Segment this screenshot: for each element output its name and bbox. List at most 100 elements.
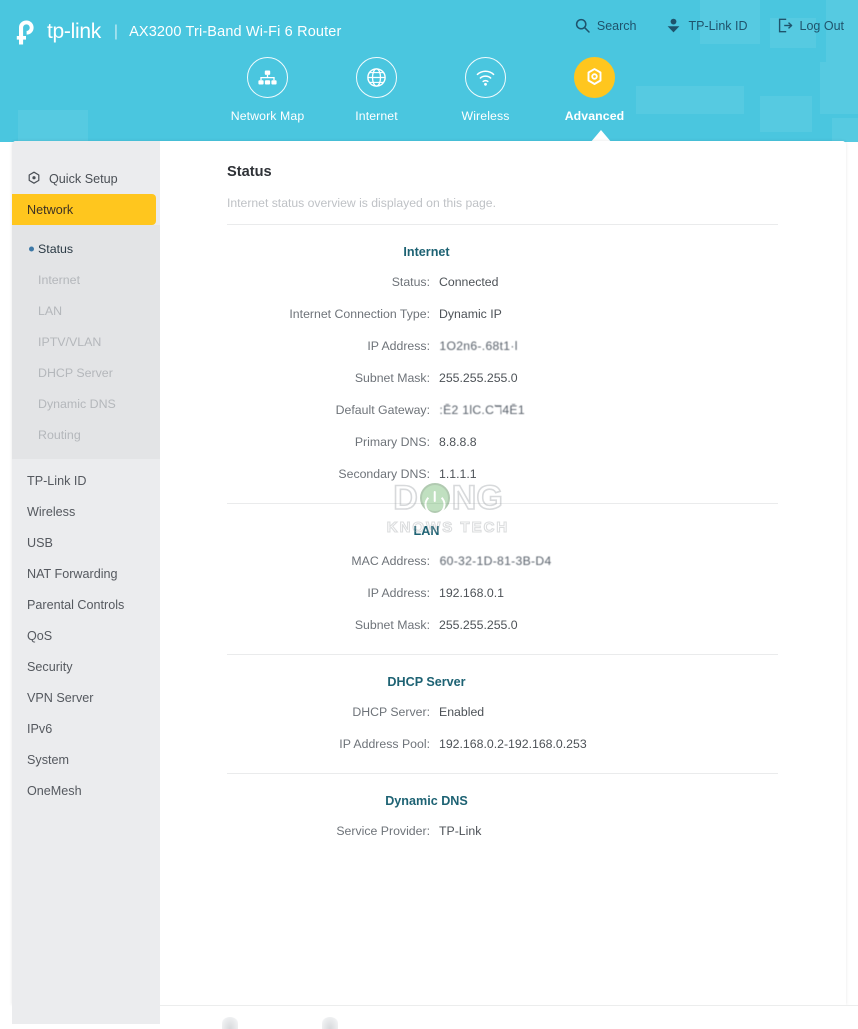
row-ddns-service-provider: Service Provider: TP-Link	[227, 823, 778, 839]
section-lan: LAN MAC Address: 60-32-1D-81-3B-D4 IP Ad…	[227, 504, 778, 654]
brand-name: tp-link	[47, 20, 101, 44]
row-lan-ip-address: IP Address: 192.168.0.1	[227, 585, 778, 601]
brand-logo[interactable]: tp-link | AX3200 Tri-Band Wi-Fi 6 Router	[16, 17, 342, 47]
row-value: 8.8.8.8	[439, 434, 477, 450]
row-dhcp-server: DHCP Server: Enabled	[227, 704, 778, 720]
sidebar-item-usb-label: USB	[27, 536, 53, 550]
globe-icon	[356, 57, 397, 98]
tplink-id-icon	[666, 18, 681, 33]
row-value-redacted: 60-32-1D-81-3B-D4	[440, 553, 552, 569]
row-value: Enabled	[439, 704, 484, 720]
logout-button[interactable]: Log Out	[778, 18, 844, 33]
sidebar-item-quick-setup[interactable]: Quick Setup	[12, 164, 160, 194]
sidebar-item-ipv6-label: IPv6	[27, 722, 52, 736]
search-button[interactable]: Search	[575, 18, 637, 33]
tab-network-map-label: Network Map	[231, 109, 305, 123]
footer-icon-2[interactable]	[322, 1017, 338, 1029]
sidebar-item-system-label: System	[27, 753, 69, 767]
sidebar-item-lan-label: LAN	[38, 304, 62, 318]
sidebar-network-submenu: Status Internet LAN IPTV/VLAN DHCP Serve…	[12, 225, 160, 459]
header-actions: Search TP-Link ID Log Out	[575, 18, 844, 33]
sidebar-item-security[interactable]: Security	[12, 651, 160, 682]
sidebar-item-tp-link-id-label: TP-Link ID	[27, 474, 86, 488]
sidebar-item-iptv-vlan[interactable]: IPTV/VLAN	[12, 326, 160, 357]
row-value: TP-Link	[439, 823, 481, 839]
row-label: MAC Address:	[227, 553, 439, 569]
row-dhcp-ip-address-pool: IP Address Pool: 192.168.0.2-192.168.0.2…	[227, 736, 778, 752]
row-value: 255.255.255.0	[439, 370, 518, 386]
main-panel: Quick Setup Network Status Internet LAN …	[12, 141, 846, 1005]
sidebar-item-nat-forwarding[interactable]: NAT Forwarding	[12, 558, 160, 589]
row-label: DHCP Server:	[227, 704, 439, 720]
logout-label: Log Out	[800, 19, 844, 33]
sidebar-item-routing[interactable]: Routing	[12, 419, 160, 450]
section-dynamic-dns: Dynamic DNS Service Provider: TP-Link	[227, 774, 778, 860]
sidebar-item-dhcp-server-label: DHCP Server	[38, 366, 113, 380]
sidebar-item-ipv6[interactable]: IPv6	[12, 713, 160, 744]
sidebar-item-iptv-vlan-label: IPTV/VLAN	[38, 335, 101, 349]
sidebar: Quick Setup Network Status Internet LAN …	[12, 141, 160, 1005]
tplink-id-label: TP-Link ID	[688, 19, 747, 33]
gear-icon	[574, 57, 615, 98]
gear-hex-icon	[27, 171, 41, 188]
row-value-redacted: :Ē2 1lC.Cℸ4Ē1	[439, 402, 524, 418]
tab-network-map[interactable]: Network Map	[213, 57, 322, 123]
row-lan-subnet-mask: Subnet Mask: 255.255.255.0	[227, 617, 778, 633]
tp-link-logo-icon	[16, 19, 43, 46]
sidebar-group-network[interactable]: Network	[12, 194, 156, 225]
app-header: tp-link | AX3200 Tri-Band Wi-Fi 6 Router…	[0, 0, 858, 142]
footer-bar	[160, 1005, 858, 1024]
sidebar-item-vpn-server-label: VPN Server	[27, 691, 94, 705]
row-internet-connection-type: Internet Connection Type: Dynamic IP	[227, 306, 778, 322]
sidebar-item-lan[interactable]: LAN	[12, 295, 160, 326]
row-internet-primary-dns: Primary DNS: 8.8.8.8	[227, 434, 778, 450]
tab-wireless-label: Wireless	[462, 109, 510, 123]
tab-wireless[interactable]: Wireless	[431, 57, 540, 123]
row-label: Secondary DNS:	[227, 466, 439, 482]
sidebar-item-status[interactable]: Status	[12, 233, 160, 264]
sidebar-group-network-label: Network	[27, 203, 73, 217]
sidebar-item-security-label: Security	[27, 660, 73, 674]
sidebar-item-parental-controls[interactable]: Parental Controls	[12, 589, 160, 620]
sidebar-item-status-label: Status	[38, 242, 73, 256]
row-label: Internet Connection Type:	[227, 306, 439, 322]
sidebar-item-dynamic-dns[interactable]: Dynamic DNS	[12, 388, 160, 419]
footer-icon-1[interactable]	[222, 1017, 238, 1029]
search-label: Search	[597, 19, 637, 33]
logout-icon	[778, 18, 793, 33]
search-icon	[575, 18, 590, 33]
sidebar-item-onemesh[interactable]: OneMesh	[12, 775, 160, 806]
row-label: IP Address:	[227, 338, 439, 354]
row-value: 192.168.0.1	[439, 585, 504, 601]
sidebar-item-qos-label: QoS	[27, 629, 52, 643]
sidebar-item-internet[interactable]: Internet	[12, 264, 160, 295]
row-internet-ip-address: IP Address: 1O2n6-.68t1·l	[227, 338, 778, 354]
section-internet-title: Internet	[160, 245, 778, 259]
row-value: 255.255.255.0	[439, 617, 518, 633]
sidebar-item-vpn-server[interactable]: VPN Server	[12, 682, 160, 713]
wifi-icon	[465, 57, 506, 98]
row-internet-subnet-mask: Subnet Mask: 255.255.255.0	[227, 370, 778, 386]
tplink-id-button[interactable]: TP-Link ID	[666, 18, 747, 33]
sidebar-item-system[interactable]: System	[12, 744, 160, 775]
sidebar-item-dhcp-server[interactable]: DHCP Server	[12, 357, 160, 388]
sidebar-item-parental-controls-label: Parental Controls	[27, 598, 124, 612]
sidebar-item-nat-forwarding-label: NAT Forwarding	[27, 567, 118, 581]
row-label: Default Gateway:	[227, 402, 439, 418]
sidebar-item-internet-label: Internet	[38, 273, 80, 287]
sidebar-quick-setup-label: Quick Setup	[49, 172, 118, 186]
sidebar-bottom-fill	[12, 1005, 160, 1024]
sidebar-item-onemesh-label: OneMesh	[27, 784, 82, 798]
tab-advanced[interactable]: Advanced	[540, 57, 649, 123]
tab-advanced-label: Advanced	[565, 109, 625, 123]
row-label: IP Address Pool:	[227, 736, 439, 752]
sidebar-item-dynamic-dns-label: Dynamic DNS	[38, 397, 116, 411]
sidebar-item-tp-link-id[interactable]: TP-Link ID	[12, 465, 160, 496]
sidebar-item-qos[interactable]: QoS	[12, 620, 160, 651]
main-navigation-tabs: Network Map Internet	[213, 57, 649, 123]
page-title: Status	[227, 164, 778, 180]
tab-internet[interactable]: Internet	[322, 57, 431, 123]
sidebar-item-wireless[interactable]: Wireless	[12, 496, 160, 527]
row-label: Service Provider:	[227, 823, 439, 839]
sidebar-item-usb[interactable]: USB	[12, 527, 160, 558]
